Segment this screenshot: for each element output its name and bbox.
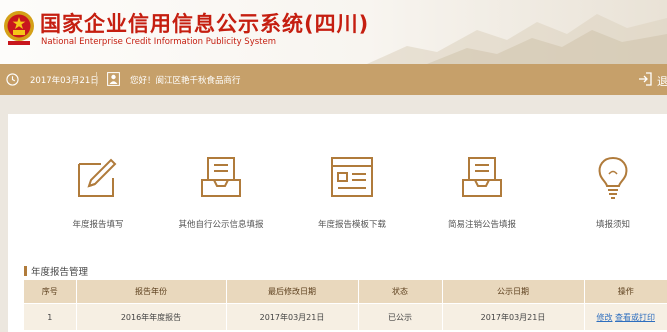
user-info-bar: 2017年03月21日 您好！阆江区艳千秋食品商行 退 (0, 64, 667, 95)
divider (96, 72, 97, 86)
view-print-link[interactable]: 查看或打印 (615, 313, 655, 322)
modify-link[interactable]: 修改 (596, 313, 612, 322)
publish-date: 2017年03月21日 (441, 303, 584, 330)
greeting-text: 您好！阆江区艳千秋食品商行 (130, 76, 241, 86)
exit-icon[interactable] (638, 72, 652, 86)
status-text: 已公示 (357, 303, 442, 330)
column-header: 公示日期 (441, 280, 584, 304)
user-icon (107, 72, 120, 86)
tile-label: 填报须知 (595, 220, 630, 230)
table-header-row: 序号 报告年份 最后修改日期 状态 公示日期 操作 (24, 280, 667, 304)
last-modified-date: 2017年03月21日 (225, 303, 358, 330)
edit-form-icon (78, 158, 117, 197)
tile-template-download[interactable]: 年度报告模板下载 (297, 154, 407, 230)
annual-report-table: 序号 报告年份 最后修改日期 状态 公示日期 操作 1 2016年年度报告 20… (24, 280, 667, 330)
national-emblem-icon (4, 11, 34, 45)
column-header: 操作 (583, 280, 667, 304)
inbox-tray-icon (201, 157, 241, 197)
report-year: 2016年年度报告 (75, 303, 226, 330)
inbox-tray-icon (462, 157, 502, 197)
lightbulb-icon (598, 156, 628, 199)
clock-icon (6, 73, 19, 86)
column-header: 状态 (357, 280, 442, 304)
column-header: 报告年份 (75, 280, 226, 304)
current-date: 2017年03月21日 (30, 76, 99, 86)
table-row: 1 2016年年度报告 2017年03月21日 已公示 2017年03月21日 … (24, 303, 667, 330)
tile-annual-report-fill[interactable]: 年度报告填写 (43, 154, 153, 230)
tile-label: 简易注销公告填报 (447, 220, 516, 230)
browser-template-icon (331, 157, 373, 197)
tile-filing-instructions[interactable]: 填报须知 (558, 154, 667, 230)
actions-cell: 修改 查看或打印 (583, 303, 667, 330)
site-header: 国家企业信用信息公示系统(四川) National Enterprise Cre… (0, 0, 667, 64)
site-title: 国家企业信用信息公示系统(四川) (40, 12, 370, 36)
section-title: 年度报告管理 (31, 267, 89, 278)
column-header: 序号 (24, 280, 76, 304)
section-heading: 年度报告管理 (24, 264, 88, 278)
tile-label: 年度报告模板下载 (317, 220, 386, 230)
row-index: 1 (24, 303, 76, 330)
mountain-landscape-decoration (367, 14, 667, 64)
tile-label: 其他自行公示信息填报 (178, 220, 264, 230)
tile-label: 年度报告填写 (72, 220, 124, 230)
tile-other-disclosure[interactable]: 其他自行公示信息填报 (166, 154, 276, 230)
main-content-card: 年度报告填写 其他自行公示信息填报 年度报告模板下载 简易注销公告填报 填报须知… (8, 114, 667, 332)
column-header: 最后修改日期 (225, 280, 358, 304)
logout-button[interactable]: 退 (657, 73, 667, 89)
section-marker (24, 266, 27, 276)
site-subtitle: National Enterprise Credit Information P… (41, 37, 276, 47)
tile-simple-deregistration[interactable]: 简易注销公告填报 (427, 154, 537, 230)
